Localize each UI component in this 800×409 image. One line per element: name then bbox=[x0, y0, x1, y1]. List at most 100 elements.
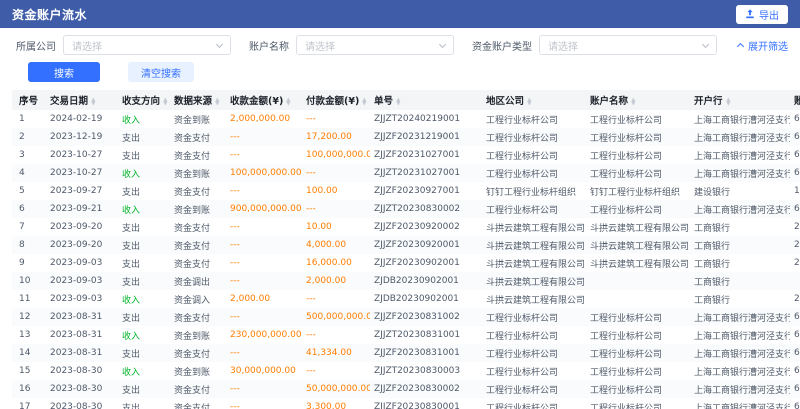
cell-account-no: 62223011 bbox=[790, 362, 800, 380]
cell-receive-amount: --- bbox=[226, 236, 302, 254]
column-header-pay-amount[interactable]: 付款金额(¥)▲▼ bbox=[302, 90, 370, 110]
cell-receive-amount: 30,000,000.00 bbox=[226, 362, 302, 380]
cell-receive-amount: --- bbox=[226, 254, 302, 272]
column-header-trade-date[interactable]: 交易日期▲▼ bbox=[46, 90, 118, 110]
cell-seq: 13 bbox=[12, 326, 46, 344]
expand-filters-link[interactable]: 展开筛选 bbox=[738, 38, 788, 53]
cell-pay-amount: --- bbox=[302, 290, 370, 308]
cell-trade-date: 2023-08-30 bbox=[46, 398, 118, 409]
column-header-bank-name[interactable]: 开户行▲▼ bbox=[690, 90, 790, 110]
table-row[interactable]: 92023-09-03支出资金支付---16,000.00ZJJZF202309… bbox=[12, 254, 800, 272]
sort-icon[interactable]: ▲▼ bbox=[362, 98, 367, 106]
sort-icon[interactable]: ▲▼ bbox=[726, 98, 731, 106]
search-button[interactable]: 搜索 bbox=[28, 62, 100, 82]
cell-region-company: 工程行业标杆公司 bbox=[482, 164, 586, 182]
column-header-account-no[interactable]: 账号▲▼ bbox=[790, 90, 800, 110]
cell-order-no: ZJJZF20230830001 bbox=[370, 398, 482, 409]
cell-trade-date: 2023-09-03 bbox=[46, 272, 118, 290]
cell-pay-amount: 16,000.00 bbox=[302, 254, 370, 272]
cell-account-name: 工程行业标杆公司 bbox=[586, 344, 690, 362]
table-row[interactable]: 42023-10-27收入资金到账100,000,000.00---ZJJZT2… bbox=[12, 164, 800, 182]
cell-region-company: 斗拱云建筑工程有限公司 bbox=[482, 236, 586, 254]
cell-order-no: ZJJZF20230920001 bbox=[370, 236, 482, 254]
column-header-account-name[interactable]: 账户名称▲▼ bbox=[586, 90, 690, 110]
sort-icon[interactable]: ▲▼ bbox=[215, 98, 220, 106]
cell-order-no: ZJJZF20230920002 bbox=[370, 218, 482, 236]
table-row[interactable]: 62023-09-21收入资金到账900,000,000.00---ZJJZT2… bbox=[12, 200, 800, 218]
column-header-data-source[interactable]: 数据来源▲▼ bbox=[170, 90, 226, 110]
cell-account-name bbox=[586, 290, 690, 308]
table-row[interactable]: 122023-08-31支出资金支付---500,000,000.00ZJJZF… bbox=[12, 308, 800, 326]
cell-data-source: 资金调入 bbox=[170, 290, 226, 308]
cell-region-company: 工程行业标杆公司 bbox=[482, 326, 586, 344]
cell-bank-name: 工商银行 bbox=[690, 254, 790, 272]
column-label: 开户行 bbox=[694, 96, 723, 107]
cell-account-no: 62223011 bbox=[790, 398, 800, 409]
cell-bank-name: 上海工商银行漕河泾支行 bbox=[690, 128, 790, 146]
cell-data-source: 资金支付 bbox=[170, 398, 226, 409]
clear-search-button[interactable]: 清空搜索 bbox=[128, 62, 194, 82]
cell-bank-name: 上海工商银行漕河泾支行 bbox=[690, 200, 790, 218]
filter-select[interactable]: 请选择 bbox=[63, 35, 231, 55]
cell-seq: 10 bbox=[12, 272, 46, 290]
cell-account-no: 62223011 bbox=[790, 146, 800, 164]
table-row[interactable]: 72023-09-20支出资金支付---10.00ZJJZF2023092000… bbox=[12, 218, 800, 236]
sort-icon[interactable]: ▲▼ bbox=[91, 98, 96, 106]
cell-trade-date: 2023-08-30 bbox=[46, 362, 118, 380]
cell-direction: 支出 bbox=[118, 218, 170, 236]
export-label: 导出 bbox=[759, 7, 779, 22]
chevron-down-icon bbox=[439, 40, 446, 47]
table-row[interactable]: 142023-08-31支出资金支付---41,334.00ZJJZF20230… bbox=[12, 344, 800, 362]
sort-icon[interactable]: ▲▼ bbox=[396, 98, 401, 106]
filter-select[interactable]: 请选择 bbox=[296, 35, 454, 55]
column-label: 地区公司 bbox=[486, 96, 524, 107]
cell-data-source: 资金支付 bbox=[170, 308, 226, 326]
table-row[interactable]: 52023-09-27支出资金支付---100.00ZJJZF202309270… bbox=[12, 182, 800, 200]
cell-bank-name: 上海工商银行漕河泾支行 bbox=[690, 344, 790, 362]
cell-order-no: ZJJZF20230831002 bbox=[370, 308, 482, 326]
table-row[interactable]: 102023-09-03支出资金调出---2,000.00ZJDB2023090… bbox=[12, 272, 800, 290]
table-container: 序号交易日期▲▼收支方向▲▼数据来源▲▼收款金额(¥)▲▼付款金额(¥)▲▼单号… bbox=[0, 90, 800, 409]
export-button[interactable]: 导出 bbox=[736, 5, 788, 24]
table-row[interactable]: 132023-08-31收入资金到账230,000,000.00---ZJJZT… bbox=[12, 326, 800, 344]
cell-data-source: 资金到账 bbox=[170, 200, 226, 218]
table-row[interactable]: 152023-08-30收入资金到账30,000,000.00---ZJJZT2… bbox=[12, 362, 800, 380]
cell-account-no bbox=[790, 272, 800, 290]
column-header-region-company[interactable]: 地区公司▲▼ bbox=[482, 90, 586, 110]
cell-bank-name: 工商银行 bbox=[690, 218, 790, 236]
sort-icon[interactable]: ▲▼ bbox=[527, 98, 532, 106]
column-header-receive-amount[interactable]: 收款金额(¥)▲▼ bbox=[226, 90, 302, 110]
cell-account-no: 62223011 bbox=[790, 326, 800, 344]
expand-filters-label: 展开筛选 bbox=[748, 38, 788, 53]
cell-pay-amount: 100,000,000.00 bbox=[302, 146, 370, 164]
table-row[interactable]: 172023-08-30支出资金支付---3,300.00ZJJZF202308… bbox=[12, 398, 800, 409]
cell-order-no: ZJJZF20230830002 bbox=[370, 380, 482, 398]
table-row[interactable]: 162023-08-30支出资金支付---50,000,000.00ZJJZF2… bbox=[12, 380, 800, 398]
cell-account-name: 钉钉工程行业标杆组织 bbox=[586, 182, 690, 200]
table-row[interactable]: 12024-02-19收入资金到账2,000,000.00---ZJJZT202… bbox=[12, 110, 800, 128]
cell-order-no: ZJDB20230902001 bbox=[370, 272, 482, 290]
cell-receive-amount: --- bbox=[226, 308, 302, 326]
sort-icon[interactable]: ▲▼ bbox=[631, 98, 636, 106]
table-row[interactable]: 22023-12-19支出资金支付---17,200.00ZJJZF202312… bbox=[12, 128, 800, 146]
cell-region-company: 工程行业标杆公司 bbox=[482, 128, 586, 146]
filter-select[interactable]: 请选择 bbox=[539, 35, 717, 55]
cell-pay-amount: 3,300.00 bbox=[302, 398, 370, 409]
table-row[interactable]: 32023-10-27支出资金支付---100,000,000.00ZJJZF2… bbox=[12, 146, 800, 164]
column-header-order-no[interactable]: 单号▲▼ bbox=[370, 90, 482, 110]
column-header-direction[interactable]: 收支方向▲▼ bbox=[118, 90, 170, 110]
select-placeholder: 请选择 bbox=[548, 38, 578, 53]
column-header-seq: 序号 bbox=[12, 90, 46, 110]
cell-seq: 16 bbox=[12, 380, 46, 398]
cell-receive-amount: --- bbox=[226, 380, 302, 398]
cell-receive-amount: --- bbox=[226, 128, 302, 146]
table-row[interactable]: 82023-09-20支出资金支付---4,000.00ZJJZF2023092… bbox=[12, 236, 800, 254]
sort-icon[interactable]: ▲▼ bbox=[163, 98, 168, 106]
cell-account-name: 工程行业标杆公司 bbox=[586, 146, 690, 164]
table-row[interactable]: 112023-09-03收入资金调入2,000.00---ZJDB2023090… bbox=[12, 290, 800, 308]
cell-region-company: 斗拱云建筑工程有限公司 bbox=[482, 218, 586, 236]
cell-receive-amount: --- bbox=[226, 344, 302, 362]
cell-region-company: 工程行业标杆公司 bbox=[482, 398, 586, 409]
column-label: 账号 bbox=[794, 96, 800, 107]
sort-icon[interactable]: ▲▼ bbox=[286, 98, 291, 106]
